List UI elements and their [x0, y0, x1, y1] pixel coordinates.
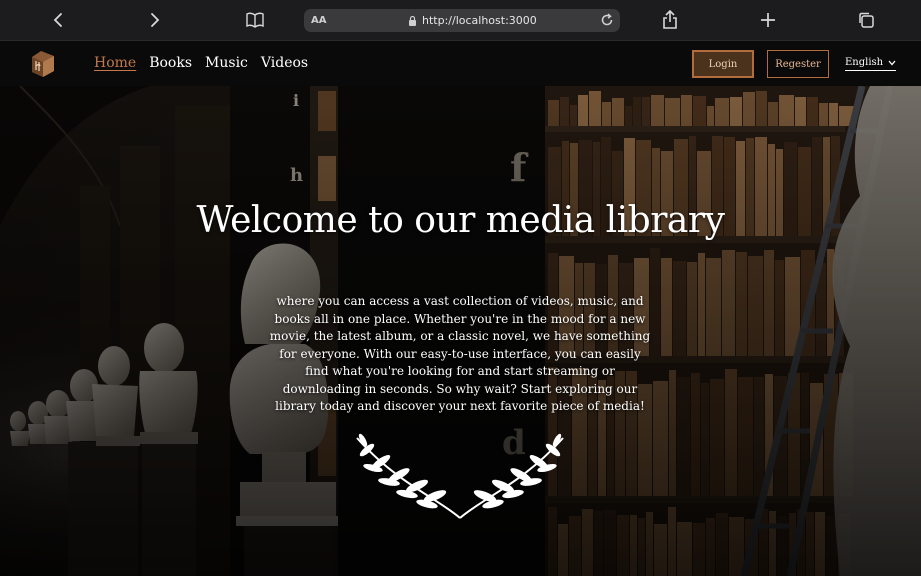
- reload-icon[interactable]: [599, 12, 615, 28]
- text-size-button[interactable]: AA: [311, 15, 326, 26]
- book-icon[interactable]: [243, 8, 267, 32]
- login-button[interactable]: Login: [692, 50, 754, 78]
- language-select[interactable]: English: [845, 57, 897, 71]
- share-icon[interactable]: [658, 8, 682, 32]
- laurel-wreath-icon: [356, 433, 564, 519]
- lock-icon: [409, 15, 416, 26]
- tabs-overview-icon[interactable]: [854, 8, 878, 32]
- hero-description: where you can access a vast collection o…: [269, 294, 651, 413]
- nav-videos[interactable]: Videos: [261, 55, 308, 71]
- nav-music[interactable]: Music: [205, 55, 248, 71]
- forward-icon[interactable]: [143, 8, 167, 32]
- language-value: English: [845, 57, 884, 68]
- address-bar[interactable]: AA http://localhost:3000: [304, 9, 620, 32]
- url-text: http://localhost:3000: [422, 14, 537, 27]
- nav-home[interactable]: Home: [94, 55, 136, 71]
- site-navbar: Home Books Music Videos Login Regester E…: [0, 40, 921, 86]
- browser-toolbar: AA http://localhost:3000: [0, 0, 921, 40]
- register-button[interactable]: Regester: [767, 50, 829, 78]
- nav-links: Home Books Music Videos: [94, 55, 308, 71]
- back-icon[interactable]: [46, 8, 70, 32]
- new-tab-icon[interactable]: [756, 8, 780, 32]
- chevron-down-icon: [888, 60, 896, 65]
- hero-section: i h f d: [0, 86, 921, 576]
- hero-title: Welcome to our media library: [196, 200, 725, 241]
- book-logo-icon[interactable]: [27, 49, 57, 79]
- nav-books[interactable]: Books: [149, 55, 192, 71]
